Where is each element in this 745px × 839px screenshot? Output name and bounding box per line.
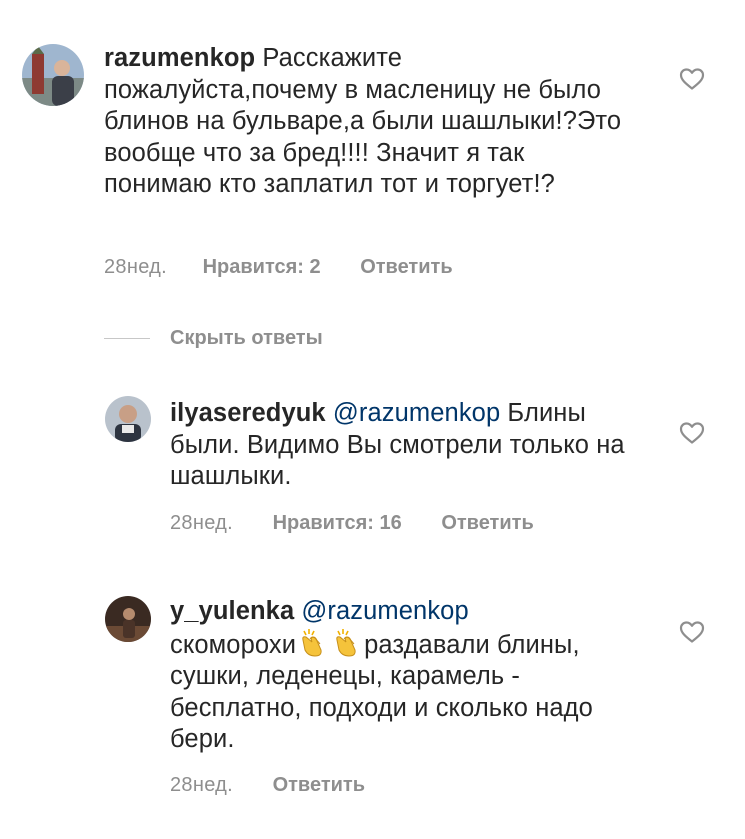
reply-button[interactable]: Ответить [360,254,452,280]
reply-meta: 28нед. Ответить [170,772,365,798]
reply-likes[interactable]: Нравится: 16 [273,510,402,536]
reply-username[interactable]: ilyaseredyuk [170,399,326,427]
comment-likes[interactable]: Нравится: 2 [203,254,321,280]
comment-username[interactable]: razumenkop [104,44,255,72]
comment-time: 28нед. [104,256,168,278]
clapping-hands-icon [302,628,322,657]
comment-meta: 28нед. Нравится: 2 Ответить [104,254,453,280]
reply-text: ilyaseredyuk @razumenkop Блины были. Вид… [170,398,640,493]
avatar[interactable] [22,44,84,106]
reply-meta: 28нед. Нравится: 16 Ответить [170,510,534,536]
reply-comment: y_yulenka @razumenkop скоморохи раздавал… [0,580,745,820]
avatar[interactable] [105,396,151,442]
reply-username[interactable]: y_yulenka [170,597,294,625]
reply-button[interactable]: Ответить [441,510,533,536]
reply-button[interactable]: Ответить [273,772,365,798]
heart-outline-icon[interactable] [679,67,705,91]
heart-outline-icon[interactable] [679,620,705,644]
hide-replies-divider [104,337,150,339]
clapping-hands-icon [336,628,356,657]
reply-time: 28нед. [170,512,234,534]
reply-time: 28нед. [170,774,234,796]
reply-comment: ilyaseredyuk @razumenkop Блины были. Вид… [0,380,745,550]
reply-text: y_yulenka @razumenkop скоморохи раздавал… [170,596,650,756]
hide-replies-label[interactable]: Скрыть ответы [170,327,323,350]
avatar[interactable] [105,596,151,642]
hide-replies-toggle[interactable]: Скрыть ответы [104,324,323,352]
reply-mention[interactable]: @razumenkop [301,597,468,625]
reply-mention[interactable]: @razumenkop [333,399,500,427]
comment-text: razumenkop Расскажите пожалуйста,почему … [104,43,624,201]
reply-body-start: скоморохи [170,630,297,659]
heart-outline-icon[interactable] [679,421,705,445]
comment: razumenkop Расскажите пожалуйста,почему … [0,0,745,300]
